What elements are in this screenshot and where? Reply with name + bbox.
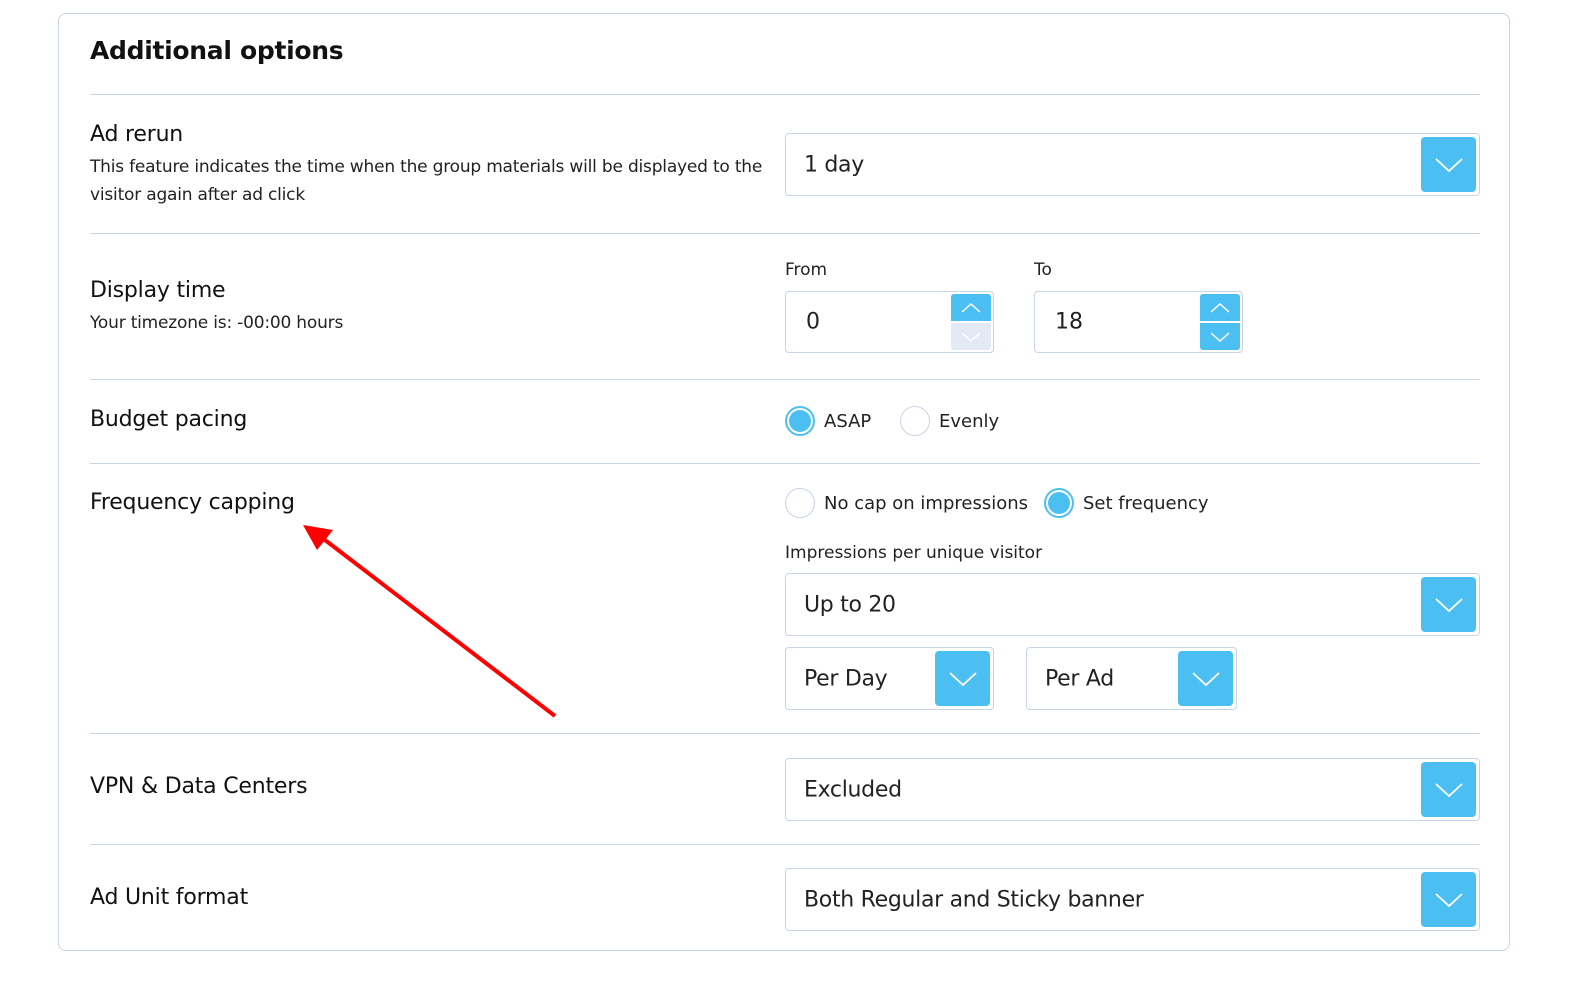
budget-pacing-asap-radio[interactable]: ASAP [785, 406, 871, 436]
divider [90, 379, 1480, 380]
radio-label: Set frequency [1083, 492, 1209, 514]
radio-circle[interactable] [785, 488, 815, 518]
impressions-value: Up to 20 [804, 592, 896, 617]
budget-pacing-evenly-radio[interactable]: Evenly [900, 406, 999, 436]
to-hour-stepper[interactable]: 18 [1034, 291, 1243, 353]
to-label: To [1034, 260, 1052, 280]
chevron-down-icon [961, 331, 981, 342]
ad-unit-format-select[interactable]: Both Regular and Sticky banner [785, 868, 1480, 931]
ad-rerun-value: 1 day [804, 152, 864, 177]
section-title: Additional options [90, 36, 344, 65]
no-cap-radio[interactable]: No cap on impressions [785, 488, 1028, 518]
divider [90, 94, 1480, 95]
radio-label: ASAP [824, 410, 872, 432]
chevron-down-icon [1434, 892, 1463, 907]
radio-label: No cap on impressions [824, 492, 1029, 514]
period-dropdown-button[interactable] [935, 651, 990, 706]
chevron-down-icon [1434, 157, 1463, 172]
scope-value: Per Ad [1045, 666, 1114, 691]
period-value: Per Day [804, 666, 888, 691]
radio-circle[interactable] [1044, 488, 1074, 518]
ad-unit-format-dropdown-button[interactable] [1421, 872, 1476, 927]
radio-label: Evenly [939, 410, 1000, 432]
chevron-down-icon [1434, 597, 1463, 612]
chevron-up-icon [961, 302, 981, 313]
chevron-down-icon [1210, 331, 1230, 342]
from-hour-value: 0 [806, 309, 820, 335]
ad-rerun-description: This feature indicates the time when the… [90, 157, 763, 205]
divider [90, 733, 1480, 734]
period-select[interactable]: Per Day [785, 647, 994, 710]
vpn-dropdown-button[interactable] [1421, 762, 1476, 817]
additional-options-card: Additional options Ad rerun This feature… [58, 13, 1510, 951]
ad-unit-format-value: Both Regular and Sticky banner [804, 887, 1144, 912]
chevron-down-icon [1191, 671, 1220, 686]
ad-unit-format-label: Ad Unit format [90, 885, 248, 910]
chevron-down-icon [948, 671, 977, 686]
ad-rerun-label: Ad rerun [90, 122, 184, 147]
from-decrement-button[interactable] [951, 323, 991, 350]
chevron-down-icon [1434, 782, 1463, 797]
divider [90, 463, 1480, 464]
impressions-dropdown-button[interactable] [1421, 577, 1476, 632]
scope-select[interactable]: Per Ad [1026, 647, 1237, 710]
set-frequency-radio[interactable]: Set frequency [1044, 488, 1209, 518]
to-increment-button[interactable] [1200, 294, 1240, 321]
frequency-capping-label: Frequency capping [90, 490, 295, 515]
radio-circle[interactable] [785, 406, 815, 436]
budget-pacing-label: Budget pacing [90, 407, 248, 432]
divider [90, 844, 1480, 845]
impressions-select[interactable]: Up to 20 [785, 573, 1480, 636]
vpn-label: VPN & Data Centers [90, 774, 308, 799]
divider [90, 233, 1480, 234]
impressions-per-visitor-label: Impressions per unique visitor [785, 543, 1043, 563]
timezone-text: Your timezone is: -00:00 hours [90, 313, 344, 333]
from-label: From [785, 260, 828, 280]
scope-dropdown-button[interactable] [1178, 651, 1233, 706]
vpn-select[interactable]: Excluded [785, 758, 1480, 821]
radio-circle[interactable] [900, 406, 930, 436]
display-time-label: Display time [90, 278, 226, 303]
from-increment-button[interactable] [951, 294, 991, 321]
chevron-up-icon [1210, 302, 1230, 313]
vpn-value: Excluded [804, 777, 902, 802]
to-decrement-button[interactable] [1200, 323, 1240, 350]
to-hour-value: 18 [1055, 309, 1083, 335]
ad-rerun-dropdown-button[interactable] [1421, 137, 1476, 192]
from-hour-stepper[interactable]: 0 [785, 291, 994, 353]
ad-rerun-select[interactable]: 1 day [785, 133, 1480, 196]
